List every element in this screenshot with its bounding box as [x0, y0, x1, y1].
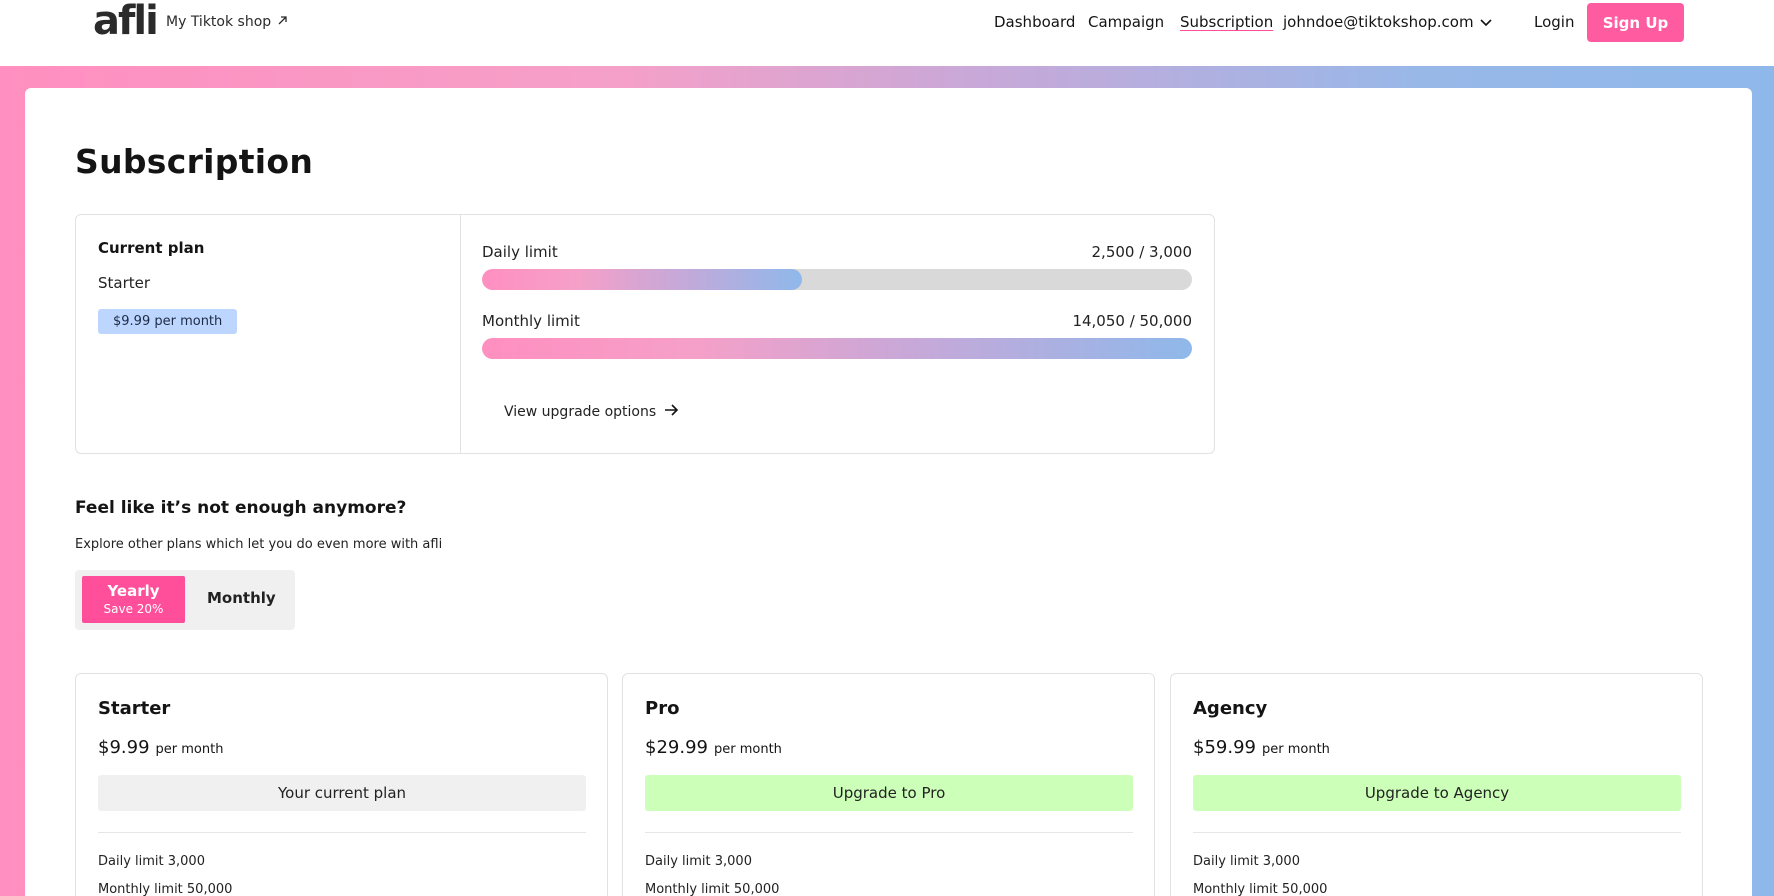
current-plan-price-badge: $9.99 per month	[98, 309, 238, 334]
plan-feature-monthly: Monthly limit 50,000	[98, 882, 233, 896]
explore-subheading: Explore other plans which let you do eve…	[75, 537, 443, 552]
plan-card-agency: Agency $59.99 per month Upgrade to Agenc…	[1170, 673, 1703, 896]
billing-period-toggle: Yearly Save 20% Monthly	[75, 570, 295, 630]
monthly-limit-label: Monthly limit	[482, 312, 580, 330]
plan-feature-daily: Daily limit 3,000	[645, 854, 752, 869]
toggle-yearly-save-note: Save 20%	[103, 602, 164, 616]
nav-subscription[interactable]: Subscription	[1180, 12, 1273, 32]
daily-limit-value: 2,500 / 3,000	[1091, 243, 1192, 261]
shop-link-label: My Tiktok shop	[166, 14, 272, 30]
plan-feature-monthly: Monthly limit 50,000	[645, 882, 780, 896]
plan-name: Agency	[1193, 698, 1268, 719]
current-plan-summary: Current plan Starter $9.99 per month	[76, 215, 461, 453]
plan-divider	[1193, 832, 1681, 833]
daily-limit-progress-fill	[482, 269, 802, 290]
plan-name: Starter	[98, 698, 171, 719]
plan-card-starter: Starter $9.99 per month Your current pla…	[75, 673, 608, 896]
account-email: johndoe@tiktokshop.com	[1283, 13, 1474, 31]
plan-feature-daily: Daily limit 3,000	[98, 854, 205, 869]
arrow-right-icon	[664, 404, 679, 420]
monthly-limit-value: 14,050 / 50,000	[1072, 312, 1192, 330]
plan-price: $29.99 per month	[645, 737, 782, 758]
daily-limit-label: Daily limit	[482, 243, 558, 261]
plan-price-period: per month	[1261, 742, 1330, 757]
plan-price-period: per month	[155, 742, 224, 757]
upgrade-link-label: View upgrade options	[504, 404, 657, 420]
monthly-limit-progress-fill	[482, 338, 1192, 359]
current-plan-label: Current plan	[98, 239, 205, 257]
view-upgrade-options-link[interactable]: View upgrade options	[504, 404, 679, 420]
daily-limit-progress-bar	[482, 269, 1192, 290]
current-plan-name: Starter	[98, 274, 151, 292]
top-header: afli My Tiktok shop Dashboard Campaign S…	[0, 0, 1774, 66]
plan-price-amount: $29.99	[645, 737, 708, 758]
current-plan-button[interactable]: Your current plan	[98, 775, 586, 811]
plan-divider	[98, 832, 586, 833]
plan-price: $59.99 per month	[1193, 737, 1330, 758]
nav-dashboard[interactable]: Dashboard	[994, 12, 1075, 32]
monthly-limit-progress-bar	[482, 338, 1192, 359]
my-tiktok-shop-link[interactable]: My Tiktok shop	[166, 14, 288, 30]
login-link[interactable]: Login	[1534, 12, 1574, 32]
plan-price-amount: $59.99	[1193, 737, 1256, 758]
plan-price-amount: $9.99	[98, 737, 150, 758]
plan-feature-monthly: Monthly limit 50,000	[1193, 882, 1328, 896]
afli-logo[interactable]: afli	[93, 1, 159, 41]
page-title: Subscription	[75, 142, 314, 181]
toggle-yearly[interactable]: Yearly Save 20%	[82, 576, 185, 623]
plan-name: Pro	[645, 698, 680, 719]
plan-card-pro: Pro $29.99 per month Upgrade to Pro Dail…	[622, 673, 1155, 896]
toggle-yearly-label: Yearly	[107, 582, 160, 600]
plan-feature-daily: Daily limit 3,000	[1193, 854, 1300, 869]
chevron-down-icon	[1480, 12, 1492, 32]
signup-button[interactable]: Sign Up	[1587, 3, 1684, 42]
plan-price: $9.99 per month	[98, 737, 223, 758]
plan-divider	[645, 832, 1133, 833]
account-menu[interactable]: johndoe@tiktokshop.com	[1283, 12, 1492, 32]
toggle-monthly[interactable]: Monthly	[207, 589, 276, 607]
upgrade-to-agency-button[interactable]: Upgrade to Agency	[1193, 775, 1681, 811]
nav-campaign[interactable]: Campaign	[1088, 12, 1164, 32]
external-arrow-icon	[277, 14, 288, 30]
plan-price-period: per month	[713, 742, 782, 757]
upgrade-to-pro-button[interactable]: Upgrade to Pro	[645, 775, 1133, 811]
explore-heading: Feel like it’s not enough anymore?	[75, 498, 407, 518]
